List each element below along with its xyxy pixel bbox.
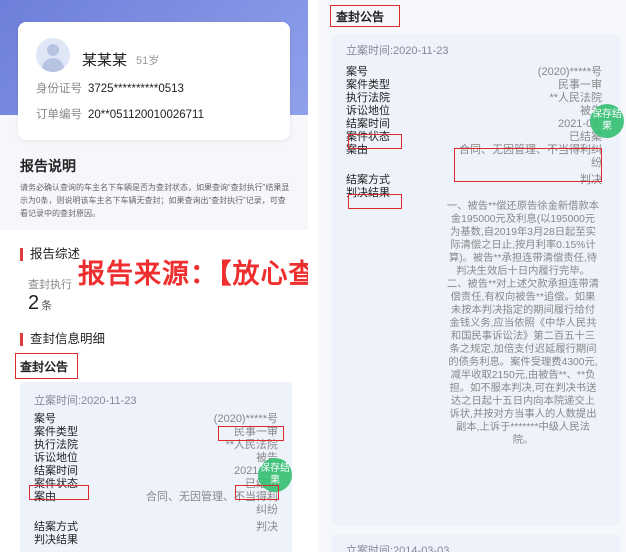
query-count-label: 查封执行 — [28, 279, 72, 291]
id-number-value: 3725**********0513 — [88, 83, 184, 95]
query-count-number: 2 — [28, 292, 40, 314]
query-count-value: 2条 — [28, 292, 52, 315]
highlight-box — [348, 194, 402, 209]
case-row-close-time: 结案时间 2021-02- — [34, 465, 278, 477]
highlight-box — [15, 353, 78, 379]
source-watermark: 报告来源：【放心查车】公众号 — [78, 259, 308, 289]
case-row-type: 案件类型 民事一审 — [346, 79, 602, 91]
id-number-label: 身份证号 — [36, 83, 82, 95]
user-name: 某某某 — [82, 52, 128, 69]
highlight-box — [235, 485, 279, 500]
query-count-unit: 条 — [41, 300, 53, 312]
summary-section-title: 报告综述 — [20, 248, 80, 261]
case-result-text: 一、被告**偿还原告徐金新借款本金195000元及利息(以195000元为基数,… — [446, 201, 600, 446]
user-age: 51岁 — [136, 55, 160, 67]
case-card: 立案时间:2020-11-23 案号 (2020)*****号 案件类型 民事一审 … — [332, 34, 624, 526]
case-row-number: 案号 (2020)*****号 — [34, 413, 278, 425]
order-number-label: 订单编号 — [36, 109, 82, 121]
avatar-icon — [36, 38, 70, 72]
case-row-role: 诉讼地位 被告 — [34, 452, 278, 464]
profile-card: 某某某 51岁 身份证号 3725**********0513 订单编号 20**0… — [18, 22, 290, 140]
case-row-result: 判决结果 — [34, 534, 78, 546]
case-card: 立案时间:2014-03-03 — [332, 534, 620, 552]
order-number-value: 20**051120010026711 — [88, 109, 204, 121]
case-fields: 案号 (2020)*****号 案件类型 民事一审 执行法院 **人民法院 诉讼地位被… — [346, 66, 602, 447]
save-result-stamp[interactable]: 保存结果 — [590, 104, 624, 138]
case-card: 立案时间:2020-11-23 案号 (2020)*****号 案件类型 民事一审 … — [20, 382, 292, 552]
case-row-method: 结案方式 判决 — [34, 521, 278, 533]
highlight-box — [218, 426, 284, 441]
highlight-box — [454, 148, 602, 182]
case-row-role: 诉讼地位 被告 — [346, 105, 602, 117]
case-filing-date: 立案时间:2014-03-03 — [346, 545, 450, 552]
case-filing-date: 立案时间:2020-11-23 — [346, 45, 449, 57]
case-filing-date: 立案时间:2020-11-23 — [34, 395, 137, 407]
highlight-box — [330, 5, 400, 27]
right-screenshot: 查封公告 立案时间:2020-11-23 案号 (2020)*****号 案件类型… — [318, 0, 626, 552]
order-number-row: 订单编号 20**051120010026711 — [36, 106, 204, 122]
highlight-box — [29, 485, 89, 500]
detail-section-title: 查封信息明细 — [20, 333, 105, 346]
case-row-close-time: 结案时间 2021-02- — [346, 118, 602, 130]
report-description-title: 报告说明 — [20, 158, 76, 174]
id-number-row: 身份证号 3725**********0513 — [36, 80, 184, 96]
report-description-text: 请务必确认查询的车主名下车辆是否为查封状态，如果查询“查封执行”结果显示为0条，… — [20, 183, 290, 218]
highlight-box — [348, 134, 402, 149]
case-row-court: 执行法院 **人民法院 — [346, 92, 602, 104]
left-screenshot: 某某某 51岁 身份证号 3725**********0513 订单编号 20**0… — [0, 0, 308, 552]
case-row-number: 案号 (2020)*****号 — [346, 66, 602, 78]
